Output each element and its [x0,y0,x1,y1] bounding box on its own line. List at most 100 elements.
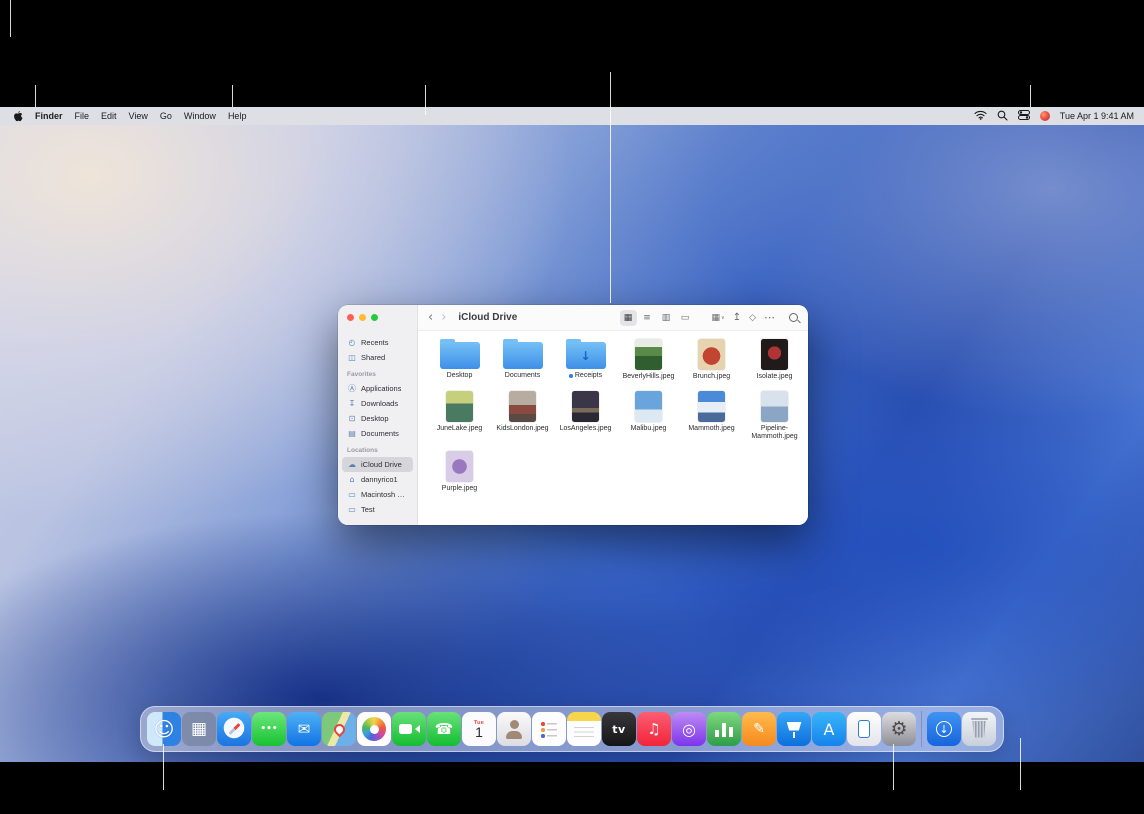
menu-finder[interactable]: Finder [35,111,63,121]
search-icon[interactable] [997,110,1008,123]
dock: Tue 1 [140,706,1004,752]
sidebar-item-desktop[interactable]: Desktop [342,411,413,426]
callout-line [10,0,11,37]
menu-file[interactable]: File [75,111,90,121]
file-item-malibu[interactable]: Malibu.jpeg [619,389,679,441]
dock-icon-phone[interactable] [427,712,461,746]
wifi-icon[interactable] [974,110,987,122]
dock-divider [921,711,922,747]
forward-button[interactable] [441,310,446,325]
sidebar-item-shared[interactable]: Shared [342,350,413,365]
file-item-isolate[interactable]: Isolate.jpeg [745,337,805,381]
dock-icon-trash[interactable] [962,712,996,746]
file-item-losangeles[interactable]: LosAngeles.jpeg [556,389,616,441]
applications-icon [347,383,357,394]
dock-icon-downloads[interactable] [927,712,961,746]
file-name: Purple.jpeg [442,485,477,493]
folder-icon [440,342,480,369]
dock-icon-notes[interactable] [567,712,601,746]
control-center-icon[interactable] [1018,110,1030,122]
dock-icon-pages[interactable] [742,712,776,746]
shared-folder-icon [347,353,357,362]
dock-icon-numbers[interactable] [707,712,741,746]
menu-help[interactable]: Help [228,111,247,121]
file-item-mammoth[interactable]: Mammoth.jpeg [682,389,742,441]
dock-icon-finder[interactable] [147,712,181,746]
file-item-junelake[interactable]: JuneLake.jpeg [430,389,490,441]
sidebar-item-icloud-drive[interactable]: iCloud Drive [342,457,413,472]
view-mode-segment [620,310,694,326]
sidebar-item-applications[interactable]: Applications [342,381,413,396]
menu-edit[interactable]: Edit [101,111,117,121]
column-view-button[interactable] [658,310,675,326]
sidebar-item-label: Test [361,505,375,514]
file-name: JuneLake.jpeg [437,425,483,433]
dock-icon-reminders[interactable] [532,712,566,746]
apple-menu-icon[interactable] [12,110,23,123]
dock-icon-tv[interactable] [602,712,636,746]
menu-view[interactable]: View [129,111,148,121]
sidebar-item-label: Applications [361,384,401,393]
file-item-beverlyhills[interactable]: BeverlyHills.jpeg [619,337,679,381]
dock-icon-music[interactable] [637,712,671,746]
group-button[interactable]: ∨ [712,313,725,323]
image-thumbnail [446,391,473,422]
menu-window[interactable]: Window [184,111,216,121]
image-thumbnail [635,339,662,370]
dock-icon-contacts[interactable] [497,712,531,746]
menu-bar-clock[interactable]: Tue Apr 1 9:41 AM [1060,111,1134,121]
callout-line [232,85,233,107]
sidebar-item-macintosh-hd[interactable]: Macintosh HD [342,487,413,502]
file-item-documents[interactable]: Documents [493,337,553,381]
image-thumbnail [698,339,725,370]
file-item-pipeline-mammoth[interactable]: Pipeline-Mammoth.jpeg [745,389,805,441]
dock-icon-podcasts[interactable] [672,712,706,746]
list-view-button[interactable] [639,310,656,326]
dock-icon-photos[interactable] [357,712,391,746]
menu-bar-left: Finder File Edit View Go Window Help [0,110,246,123]
search-icon[interactable] [789,313,798,322]
sidebar-item-label: Macintosh HD [361,490,408,499]
dock-icon-app-store[interactable] [812,712,846,746]
minimize-button[interactable] [359,314,366,321]
downloads-icon [347,399,357,408]
sidebar-item-label: Shared [361,353,385,362]
sidebar-item-downloads[interactable]: Downloads [342,396,413,411]
sidebar-item-dannyrico1[interactable]: dannyrico1 [342,472,413,487]
close-button[interactable] [347,314,354,321]
sidebar-item-recents[interactable]: Recents [342,335,413,350]
sidebar-item-documents[interactable]: Documents [342,426,413,441]
file-name-text: Receipts [575,372,602,380]
sidebar-item-test[interactable]: Test [342,502,413,517]
dock-icon-keynote[interactable] [777,712,811,746]
dock-icon-iphone-mirroring[interactable] [847,712,881,746]
tags-button[interactable] [749,313,756,323]
dock-icon-safari[interactable] [217,712,251,746]
dock-icon-maps[interactable] [322,712,356,746]
share-button[interactable] [733,312,741,323]
callout-line [35,85,36,107]
zoom-button[interactable] [371,314,378,321]
dock-icon-messages[interactable] [252,712,286,746]
menu-bar: Finder File Edit View Go Window Help Tue… [0,107,1144,125]
dock-icon-launchpad[interactable] [182,712,216,746]
more-options-button[interactable] [764,311,775,324]
file-item-purple[interactable]: Purple.jpeg [430,449,490,493]
sync-status-dot [569,374,573,378]
dock-icon-mail[interactable] [287,712,321,746]
back-button[interactable] [428,310,433,325]
annotation-band-top [0,0,1144,107]
gallery-view-button[interactable] [677,310,694,326]
menu-go[interactable]: Go [160,111,172,121]
callout-line [1030,85,1031,107]
file-item-desktop[interactable]: Desktop [430,337,490,381]
file-item-kidslondon[interactable]: KidsLondon.jpeg [493,389,553,441]
dock-icon-calendar[interactable]: Tue 1 [462,712,496,746]
dock-icon-system-settings[interactable] [882,712,916,746]
file-item-receipts[interactable]: Receipts [556,337,616,381]
menu-bar-status: Tue Apr 1 9:41 AM [974,110,1144,123]
file-item-brunch[interactable]: Brunch.jpeg [682,337,742,381]
siri-icon[interactable] [1040,111,1050,121]
icon-view-button[interactable] [620,310,637,326]
dock-icon-facetime[interactable] [392,712,426,746]
